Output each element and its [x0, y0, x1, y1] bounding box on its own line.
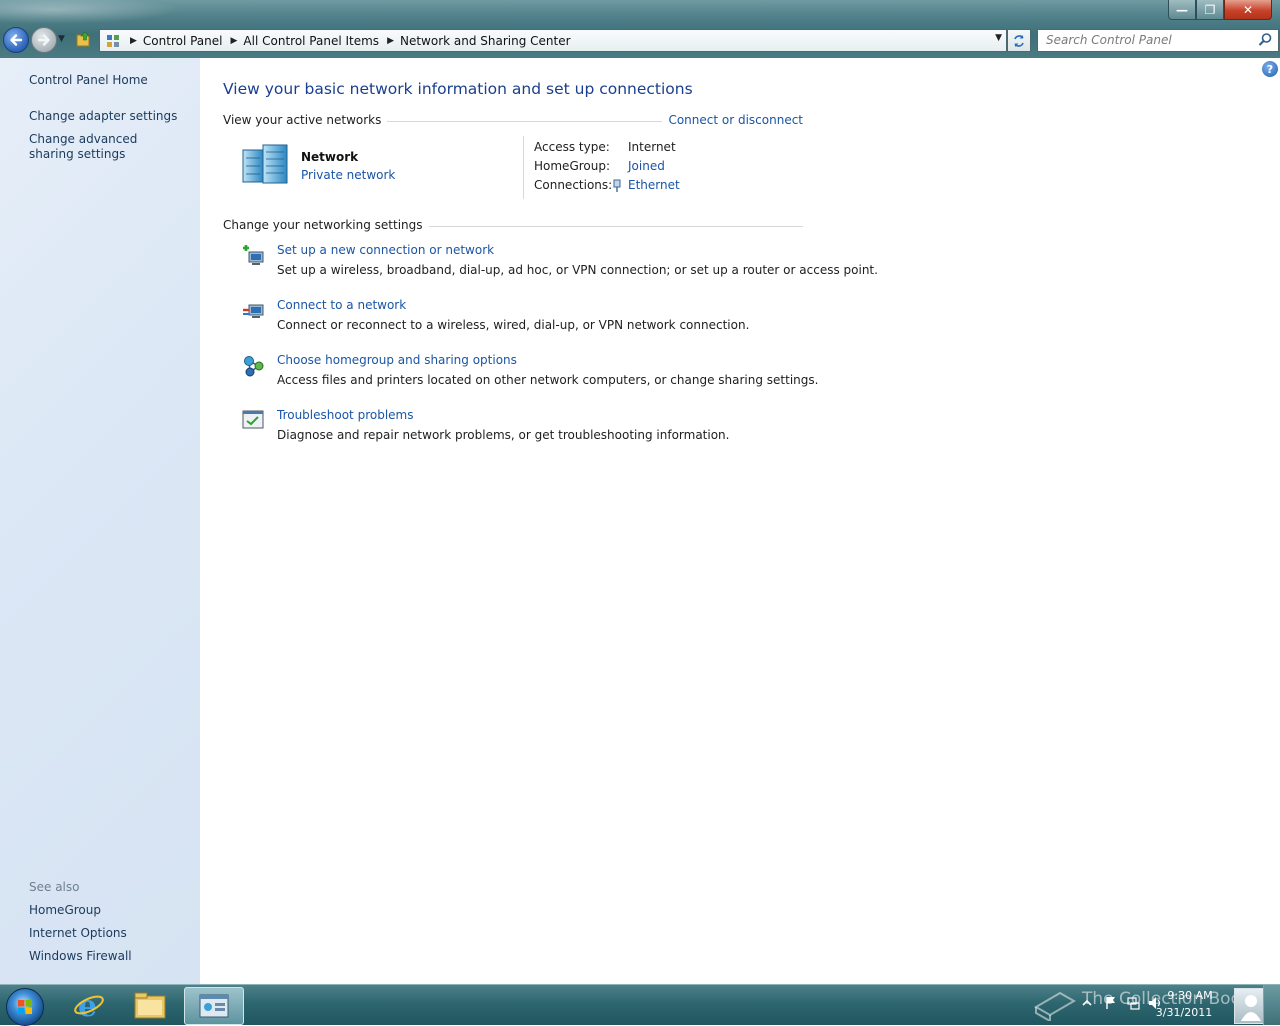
homegroup-sharing-options-description: Access files and printers located on oth…: [277, 373, 819, 387]
recent-pages-dropdown[interactable]: ▼: [58, 34, 65, 44]
see-also-windows-firewall[interactable]: Windows Firewall: [29, 949, 189, 964]
active-networks-section: View your active networks Connect or dis…: [223, 113, 803, 129]
connect-to-network-link[interactable]: Connect to a network: [277, 298, 406, 312]
task-troubleshoot: Troubleshoot problems Diagnose and repai…: [241, 408, 1001, 448]
svg-text:e: e: [78, 989, 97, 1021]
access-type-label: Access type:: [534, 140, 610, 154]
task-new-connection: Set up a new connection or network Set u…: [241, 243, 1001, 283]
breadcrumb-control-panel[interactable]: Control Panel: [143, 34, 223, 48]
control-panel-icon: [107, 34, 119, 47]
troubleshoot-problems-link[interactable]: Troubleshoot problems: [277, 408, 413, 422]
network-tray-icon[interactable]: [1126, 995, 1140, 1011]
refresh-icon: [1014, 34, 1024, 47]
clock-date[interactable]: 3/31/2011: [1154, 1006, 1214, 1019]
troubleshoot-icon: [242, 410, 264, 429]
active-networks-heading: View your active networks: [223, 113, 388, 127]
homegroup-joined-link[interactable]: Joined: [628, 159, 665, 173]
taskbar-windows-explorer[interactable]: [121, 987, 179, 1023]
setup-new-connection-link[interactable]: Set up a new connection or network: [277, 243, 494, 257]
main-content: View your basic network information and …: [200, 58, 1280, 984]
homegroup-sharing-options-link[interactable]: Choose homegroup and sharing options: [277, 353, 517, 367]
taskbar: e The Collection Book 9:30 AM 3/31/2011: [0, 984, 1280, 1026]
homegroup-icon: [244, 356, 264, 377]
connect-network-icon: [243, 304, 264, 318]
connect-or-disconnect-link[interactable]: Connect or disconnect: [662, 113, 803, 127]
search-box[interactable]: [1037, 29, 1279, 52]
window-controls: — ❐ ✕: [1168, 0, 1272, 20]
task-connect-network: Connect to a network Connect or reconnec…: [241, 298, 1001, 338]
sidebar-item-change-advanced-sharing[interactable]: Change advanced sharing settings: [29, 132, 179, 162]
sidebar-item-change-adapter-settings[interactable]: Change adapter settings: [29, 109, 189, 124]
breadcrumb-separator[interactable]: ▶: [231, 36, 238, 46]
search-input[interactable]: [1038, 30, 1246, 49]
forward-arrow-icon: [37, 34, 50, 46]
back-button[interactable]: [3, 27, 29, 53]
internet-explorer-icon: e: [74, 989, 104, 1021]
see-also-internet-options[interactable]: Internet Options: [29, 926, 189, 941]
search-icon[interactable]: [1258, 32, 1273, 47]
restore-button[interactable]: ❐: [1196, 0, 1224, 20]
taskbar-internet-explorer[interactable]: e: [60, 987, 118, 1023]
breadcrumb-separator[interactable]: ▶: [130, 36, 137, 46]
network-name: Network: [301, 150, 359, 164]
help-icon[interactable]: ?: [1262, 61, 1278, 77]
new-connection-icon: [243, 245, 264, 265]
see-also-homegroup[interactable]: HomeGroup: [29, 903, 189, 918]
troubleshoot-problems-description: Diagnose and repair network problems, or…: [277, 428, 730, 442]
access-type-value: Internet: [628, 140, 676, 154]
breadcrumb-separator[interactable]: ▶: [387, 36, 394, 46]
breadcrumb-all-items[interactable]: All Control Panel Items: [243, 34, 379, 48]
taskbar-control-panel[interactable]: [184, 987, 244, 1025]
breadcrumb-network-sharing[interactable]: Network and Sharing Center: [400, 34, 571, 48]
folder-icon: [134, 992, 166, 1019]
refresh-button[interactable]: [1007, 29, 1031, 52]
setup-new-connection-description: Set up a wireless, broadband, dial-up, a…: [277, 263, 878, 277]
vertical-divider: [523, 136, 524, 199]
notification-area: The Collection Book 9:30 AM 3/31/2011: [1020, 985, 1280, 1025]
sidebar-item-control-panel-home[interactable]: Control Panel Home: [29, 73, 189, 88]
minimize-button[interactable]: —: [1168, 0, 1196, 20]
homegroup-label: HomeGroup:: [534, 159, 611, 173]
page-title: View your basic network information and …: [223, 80, 693, 98]
start-button[interactable]: [6, 988, 44, 1026]
ethernet-icon: [613, 179, 621, 192]
network-icon: [242, 144, 288, 184]
clock-time[interactable]: 9:30 AM: [1160, 989, 1220, 1002]
see-also-heading: See also: [29, 880, 80, 894]
connections-label: Connections:: [534, 178, 613, 192]
ethernet-connection-link[interactable]: Ethernet: [628, 178, 680, 192]
control-panel-window-icon: [199, 994, 229, 1018]
windows-logo-icon: [18, 1000, 32, 1014]
show-desktop-button[interactable]: [1263, 985, 1280, 1025]
titlebar-glow: [0, 0, 180, 24]
book-watermark-icon: [1034, 991, 1076, 1021]
show-hidden-icons[interactable]: [1080, 995, 1094, 1011]
back-arrow-icon: [10, 34, 23, 46]
address-bar[interactable]: ▶ Control Panel ▶ All Control Panel Item…: [99, 29, 1007, 52]
task-homegroup: Choose homegroup and sharing options Acc…: [241, 353, 1001, 393]
address-dropdown-icon[interactable]: ▼: [995, 33, 1002, 43]
left-navigation-pane: Control Panel Home Change adapter settin…: [0, 58, 200, 984]
networking-settings-section: Change your networking settings: [223, 218, 803, 234]
close-button[interactable]: ✕: [1224, 0, 1272, 20]
action-center-flag-icon[interactable]: [1104, 995, 1118, 1011]
networking-settings-heading: Change your networking settings: [223, 218, 429, 232]
connect-to-network-description: Connect or reconnect to a wireless, wire…: [277, 318, 750, 332]
network-type-link[interactable]: Private network: [301, 168, 395, 182]
forward-button[interactable]: [31, 27, 57, 53]
up-folder-icon[interactable]: [76, 31, 92, 47]
